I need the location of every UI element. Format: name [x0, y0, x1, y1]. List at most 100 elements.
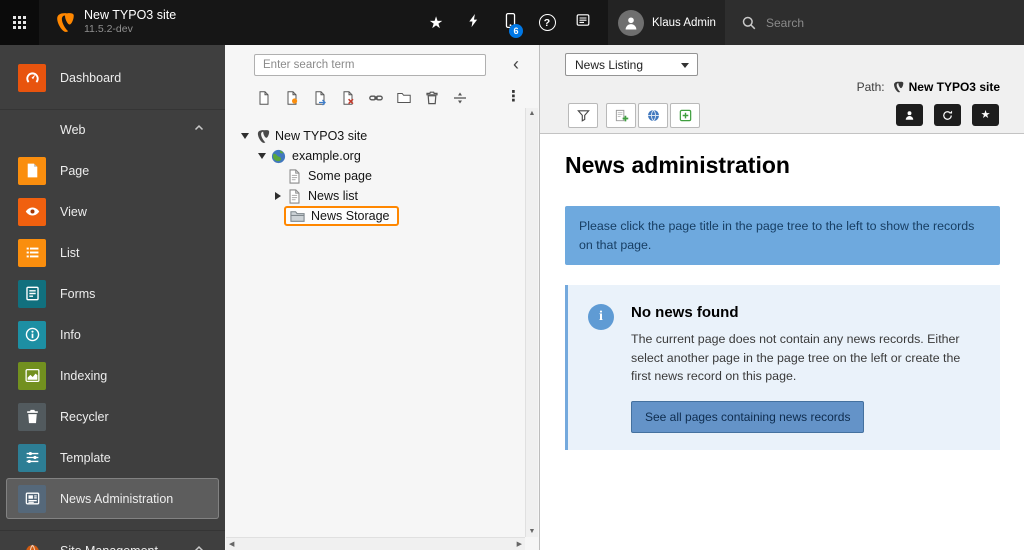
folder-icon — [289, 208, 306, 225]
new-record-button[interactable] — [606, 103, 636, 128]
search-icon — [741, 15, 757, 31]
template-module-icon — [18, 444, 46, 472]
tree-node-label: Some page — [308, 169, 372, 183]
page-module-icon — [18, 157, 46, 185]
new-recycler-icon[interactable] — [422, 88, 442, 108]
scroll-left-icon[interactable]: ◀ — [229, 540, 234, 548]
list-module-icon — [18, 239, 46, 267]
module-menu-toggle-button[interactable] — [0, 0, 39, 45]
sidebar-item-label: Page — [60, 164, 89, 178]
typo3-logo-icon[interactable] — [50, 10, 75, 35]
scroll-up-icon[interactable]: ▲ — [526, 110, 538, 117]
sidebar-section-site-management[interactable]: Site Management — [0, 530, 225, 550]
sidebar-section-label: Web — [60, 123, 85, 137]
sidebar-item-list[interactable]: List — [0, 232, 225, 273]
globe-plus-icon — [646, 108, 661, 123]
user-menu-button[interactable]: Klaus Admin — [608, 0, 725, 45]
sidebar-item-view[interactable]: View — [0, 191, 225, 232]
bookmark-star-icon: ★ — [981, 110, 991, 121]
module-sidebar: Dashboard Web Page View List — [0, 45, 225, 550]
sidebar-item-label: Recycler — [60, 410, 109, 424]
sidebar-item-news-administration[interactable]: News Administration — [6, 478, 219, 519]
page-tree: New TYPO3 site example.org Some page — [225, 126, 525, 226]
new-link-icon[interactable] — [366, 88, 386, 108]
sidebar-item-page[interactable]: Page — [0, 150, 225, 191]
view-mode-value: News Listing — [575, 58, 643, 72]
refresh-icon — [941, 109, 954, 122]
topbar-search — [725, 0, 1024, 45]
tree-horizontal-scrollbar[interactable]: ◀ ▶ — [226, 537, 525, 550]
new-tag-button[interactable] — [670, 103, 700, 128]
sidebar-item-label: List — [60, 246, 79, 260]
new-divider-icon[interactable] — [450, 88, 470, 108]
sidebar-item-info[interactable]: Info — [0, 314, 225, 355]
sidebar-item-dashboard[interactable]: Dashboard — [0, 57, 225, 98]
info-circle-icon: i — [588, 304, 614, 330]
sidebar-item-indexing[interactable]: Indexing — [0, 355, 225, 396]
new-mount-icon[interactable] — [310, 88, 330, 108]
sidebar-item-template[interactable]: Template — [0, 437, 225, 478]
no-news-callout: i No news found The current page does no… — [565, 285, 1000, 450]
view-mode-select[interactable]: News Listing — [565, 53, 698, 76]
user-name: Klaus Admin — [652, 17, 716, 29]
clear-cache-button[interactable] — [456, 0, 490, 45]
page-icon — [286, 168, 303, 185]
recycler-module-icon — [18, 403, 46, 431]
user-avatar — [618, 10, 644, 36]
notification-badge: 6 — [509, 24, 523, 38]
user-permissions-icon — [903, 109, 916, 122]
tree-node-site[interactable]: example.org — [225, 146, 525, 166]
tree-node-some-page[interactable]: Some page — [225, 166, 525, 186]
sidebar-item-label: Indexing — [60, 369, 107, 383]
caret-down-icon[interactable] — [239, 133, 251, 139]
new-shortcut-icon[interactable] — [282, 88, 302, 108]
collapse-tree-button[interactable]: ‹ — [505, 51, 527, 77]
sidebar-item-recycler[interactable]: Recycler — [0, 396, 225, 437]
page-icon — [286, 188, 303, 205]
scroll-down-icon[interactable]: ▼ — [526, 528, 538, 535]
sidebar-section-web[interactable]: Web — [0, 109, 225, 150]
tree-node-news-list[interactable]: News list — [225, 186, 525, 206]
sidebar-item-forms[interactable]: Forms — [0, 273, 225, 314]
system-information-button[interactable] — [493, 0, 527, 45]
tree-node-label: News list — [308, 189, 358, 203]
new-translation-button[interactable] — [638, 103, 668, 128]
tree-search-input[interactable] — [254, 54, 486, 76]
new-spacer-icon[interactable] — [338, 88, 358, 108]
bookmark-toolbar-button[interactable]: ★ — [419, 0, 453, 45]
chevron-left-icon: ‹ — [513, 54, 519, 75]
callout-body: The current page does not contain any ne… — [631, 330, 980, 386]
scroll-right-icon[interactable]: ▶ — [517, 540, 522, 548]
reload-button[interactable] — [934, 104, 961, 126]
tree-node-root[interactable]: New TYPO3 site — [225, 126, 525, 146]
help-icon: ? — [539, 14, 556, 31]
filter-icon — [576, 108, 591, 123]
sidebar-item-label: Info — [60, 328, 81, 342]
see-all-pages-button[interactable]: See all pages containing news records — [631, 401, 864, 433]
tree-node-news-storage[interactable]: News Storage — [225, 206, 525, 226]
help-button[interactable]: ? — [530, 0, 564, 45]
bookmark-button[interactable]: ★ — [972, 104, 999, 126]
list-view-button[interactable] — [566, 0, 600, 45]
tree-vertical-scrollbar[interactable]: ▲ ▼ — [525, 108, 538, 537]
tree-more-options-icon[interactable]: ⋮ — [506, 87, 521, 105]
info-message-box: Please click the page title in the page … — [565, 206, 1000, 265]
forms-module-icon — [18, 280, 46, 308]
tree-toolbar — [254, 85, 470, 111]
user-permissions-button[interactable] — [896, 104, 923, 126]
plus-square-icon — [678, 108, 693, 123]
doc-header: News Listing Path: New TYPO3 site — [540, 45, 1024, 134]
caret-right-icon[interactable] — [272, 192, 284, 200]
caret-down-icon[interactable] — [256, 153, 268, 159]
selected-tree-node[interactable]: News Storage — [284, 206, 399, 226]
new-folder-icon[interactable] — [394, 88, 414, 108]
filter-button[interactable] — [568, 103, 598, 128]
tree-node-label: New TYPO3 site — [275, 129, 367, 143]
info-module-icon — [18, 321, 46, 349]
tree-node-label: News Storage — [311, 209, 390, 223]
search-input[interactable] — [766, 16, 986, 30]
breadcrumb: Path: New TYPO3 site — [857, 78, 1000, 96]
new-page-icon[interactable] — [254, 88, 274, 108]
sidebar-item-label: Dashboard — [60, 71, 121, 85]
callout-title: No news found — [631, 304, 980, 321]
